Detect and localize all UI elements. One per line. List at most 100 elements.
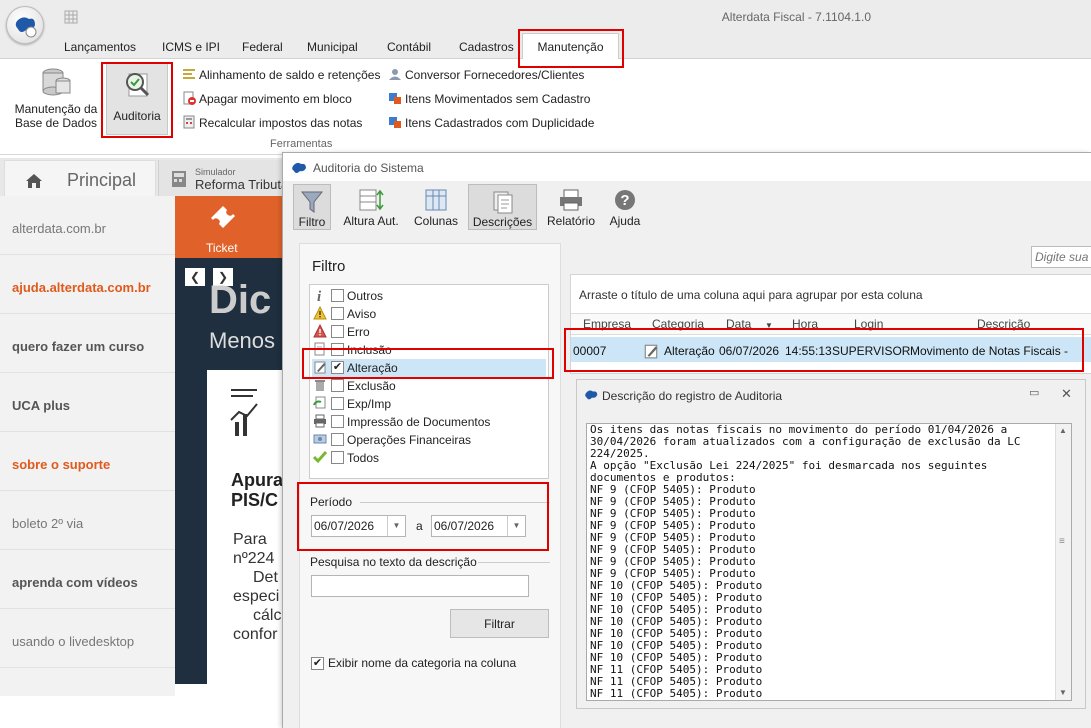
col-header-hora[interactable]: Hora: [792, 317, 818, 331]
filter-checkbox-exclusao[interactable]: [331, 379, 344, 392]
banner-menos-text: Menos: [209, 328, 276, 353]
menu-manutencao[interactable]: Manutenção: [522, 33, 619, 60]
manutencao-label-2: Base de Dados: [14, 116, 98, 130]
scroll-thumb[interactable]: ≡: [1059, 536, 1065, 547]
toolbar-ajuda-button[interactable]: ? Ajuda: [605, 184, 645, 230]
col-header-data[interactable]: Data: [726, 317, 751, 331]
filter-item-expimp[interactable]: Exp/Imp: [312, 395, 546, 413]
money-icon: [313, 434, 327, 444]
home-icon: [26, 174, 42, 188]
printer-icon: [560, 189, 582, 211]
chevron-down-icon[interactable]: ▼: [507, 516, 525, 536]
banner-line-5: Det: [253, 569, 278, 586]
cell-hora: 14:55:13: [785, 344, 832, 358]
filter-checkbox-erro[interactable]: [331, 325, 344, 338]
toolbar-colunas-button[interactable]: Colunas: [413, 184, 459, 230]
filtrar-button[interactable]: Filtrar: [450, 609, 549, 638]
scroll-down-icon[interactable]: ▼: [1059, 688, 1067, 697]
toolbar-relatorio-button[interactable]: Relatório: [545, 184, 597, 230]
ticket-icon: [211, 206, 235, 228]
description-textarea[interactable]: Os itens das notas fiscais no movimento …: [586, 423, 1072, 701]
grid-icon[interactable]: [64, 10, 78, 24]
toolbar-filtro-button[interactable]: Filtro: [293, 184, 331, 230]
nav-livedesktop[interactable]: usando o livedesktop: [0, 609, 175, 668]
nav-uca-plus[interactable]: UCA plus: [0, 373, 175, 432]
filter-label-outros: Outros: [347, 289, 384, 303]
filter-checkbox-impressao[interactable]: [331, 415, 344, 428]
filter-item-outros[interactable]: i Outros: [312, 287, 546, 305]
col-header-empresa[interactable]: Empresa: [583, 317, 631, 331]
filter-item-exclusao[interactable]: Exclusão: [312, 377, 546, 395]
banner-prev-button[interactable]: ❮: [185, 268, 205, 286]
dialog-title-bar: Auditoria do Sistema: [283, 153, 1091, 181]
filter-item-impressao[interactable]: Impressão de Documentos: [312, 413, 546, 431]
filter-item-erro[interactable]: Erro: [312, 323, 546, 341]
description-scrollbar[interactable]: ▲ ≡ ▼: [1055, 424, 1071, 700]
ribbon-group-label: Ferramentas: [270, 138, 333, 150]
nav-videos[interactable]: aprenda com vídeos: [0, 550, 175, 609]
filter-item-inclusao[interactable]: Inclusão: [312, 341, 546, 359]
scroll-up-icon[interactable]: ▲: [1059, 426, 1067, 435]
tab-principal[interactable]: Principal: [4, 160, 156, 196]
apagar-movimento-button[interactable]: Apagar movimento em bloco: [182, 91, 352, 106]
filter-category-list: i Outros Aviso Erro Inclusão ✔ Alteração…: [309, 284, 549, 479]
filter-checkbox-inclusao[interactable]: [331, 343, 344, 356]
itens-duplicidade-button[interactable]: Itens Cadastrados com Duplicidade: [388, 115, 594, 130]
show-category-checkbox[interactable]: ✔: [311, 657, 324, 670]
filter-checkbox-outros[interactable]: [331, 289, 344, 302]
auditoria-button[interactable]: Auditoria: [106, 63, 168, 135]
tab-simulador[interactable]: Simulador Reforma Tributár: [158, 160, 293, 196]
app-logo-icon[interactable]: [6, 6, 44, 44]
conversor-fornecedores-button[interactable]: Conversor Fornecedores/Clientes: [388, 67, 584, 82]
filter-panel: Filtro i Outros Aviso Erro Inclusão ✔ Al…: [299, 243, 561, 728]
grid-search-input[interactable]: [1031, 246, 1091, 268]
close-icon[interactable]: ✕: [1061, 386, 1072, 402]
recalcular-label: Recalcular impostos das notas: [199, 116, 363, 130]
filter-checkbox-todos[interactable]: [331, 451, 344, 464]
itens-sem-cadastro-button[interactable]: Itens Movimentados sem Cadastro: [388, 91, 590, 106]
col-header-login[interactable]: Login: [854, 317, 883, 331]
nav-boleto[interactable]: boleto 2º via: [0, 491, 175, 550]
menu-contabil[interactable]: Contábil: [387, 40, 431, 54]
nav-suporte[interactable]: sobre o suporte: [0, 432, 175, 491]
filter-label-operacoes: Operações Financeiras: [347, 433, 472, 447]
manutencao-base-dados-button[interactable]: Manutenção da Base de Dados: [10, 65, 102, 137]
nav-alterdata[interactable]: alterdata.com.br: [0, 196, 175, 255]
col-header-descricao[interactable]: Descrição: [977, 317, 1030, 331]
toolbar-relatorio-label: Relatório: [546, 214, 596, 228]
filter-item-alteracao[interactable]: ✔ Alteração: [312, 359, 546, 377]
description-title: Descrição do registro de Auditoria: [602, 389, 783, 403]
toolbar-altura-button[interactable]: Altura Aut.: [341, 184, 401, 230]
filter-item-todos[interactable]: Todos: [312, 449, 546, 467]
description-search-input[interactable]: [311, 575, 529, 597]
menu-municipal[interactable]: Municipal: [307, 40, 358, 54]
recalcular-impostos-button[interactable]: Recalcular impostos das notas: [182, 115, 362, 130]
chevron-down-icon[interactable]: ▼: [387, 516, 405, 536]
filter-item-aviso[interactable]: Aviso: [312, 305, 546, 323]
dialog-title: Auditoria do Sistema: [313, 161, 424, 175]
date-from-field[interactable]: 06/07/2026 ▼: [311, 515, 406, 537]
col-header-categoria[interactable]: Categoria: [652, 317, 704, 331]
banner-line-6: especi: [233, 588, 280, 605]
ticket-button[interactable]: Ticket: [175, 196, 285, 258]
toolbar-filtro-label: Filtro: [298, 215, 326, 229]
promo-banner[interactable]: Ticket ❮ ❯ Dic Menos Apura PIS/C Para nº…: [175, 196, 285, 684]
filter-item-operacoes[interactable]: Operações Financeiras: [312, 431, 546, 449]
alinhamento-saldo-button[interactable]: Alinhamento de saldo e retenções: [182, 67, 380, 82]
nav-ajuda[interactable]: ajuda.alterdata.com.br: [0, 255, 175, 314]
documents-icon: [493, 191, 512, 214]
filter-checkbox-alteracao[interactable]: ✔: [331, 361, 344, 374]
nav-curso[interactable]: quero fazer um curso: [0, 314, 175, 373]
filter-checkbox-expimp[interactable]: [331, 397, 344, 410]
app-small-icon: [585, 390, 598, 400]
menu-federal[interactable]: Federal: [242, 40, 283, 54]
filter-checkbox-aviso[interactable]: [331, 307, 344, 320]
filter-checkbox-operacoes[interactable]: [331, 433, 344, 446]
menu-cadastros[interactable]: Cadastros: [459, 40, 514, 54]
toolbar-descricoes-button[interactable]: Descrições: [468, 184, 537, 230]
restore-icon[interactable]: ▭: [1029, 386, 1039, 399]
menu-icms-ipi[interactable]: ICMS e IPI: [162, 40, 220, 54]
menu-lancamentos[interactable]: Lançamentos: [64, 40, 136, 54]
date-to-field[interactable]: 06/07/2026 ▼: [431, 515, 526, 537]
filter-label-exclusao: Exclusão: [347, 379, 396, 393]
